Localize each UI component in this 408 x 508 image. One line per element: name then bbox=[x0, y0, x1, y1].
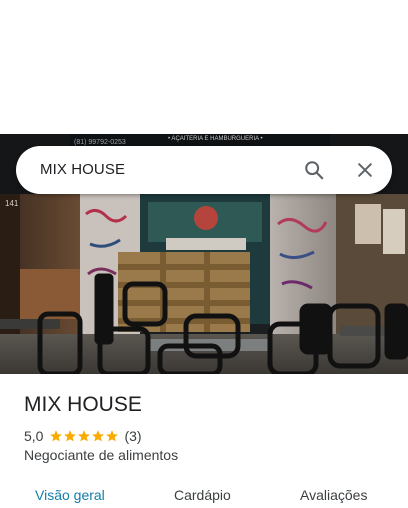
banner-sign-text: • AÇAITERIA E HAMBURGUERIA • bbox=[168, 136, 263, 142]
place-info-panel: MIX HOUSE 5,0 (3) Negociante de alimento… bbox=[0, 374, 408, 508]
search-input[interactable]: MIX HOUSE bbox=[40, 146, 125, 194]
tab-overview[interactable]: Visão geral bbox=[35, 487, 105, 503]
star-icon bbox=[50, 430, 63, 442]
review-count[interactable]: (3) bbox=[124, 428, 141, 444]
rating-value: 5,0 bbox=[24, 428, 44, 444]
search-icon[interactable] bbox=[298, 154, 330, 186]
close-icon[interactable] bbox=[349, 154, 381, 186]
rating-row[interactable]: 5,0 (3) bbox=[24, 427, 142, 445]
tab-menu[interactable]: Cardápio bbox=[174, 487, 231, 503]
star-icon bbox=[64, 430, 77, 442]
place-title: MIX HOUSE bbox=[24, 393, 142, 416]
star-icon bbox=[92, 430, 105, 442]
place-tabs: Visão geral Cardápio Avaliações bbox=[0, 482, 408, 508]
tab-reviews[interactable]: Avaliações bbox=[300, 487, 367, 503]
star-icon bbox=[106, 430, 119, 442]
number-sign-text: 141 bbox=[5, 199, 19, 208]
star-icon bbox=[78, 430, 91, 442]
phone-sign-text: (81) 99792-0253 bbox=[74, 139, 126, 146]
rating-stars bbox=[49, 429, 119, 443]
search-bar[interactable]: MIX HOUSE bbox=[16, 146, 392, 194]
place-category: Negociante de alimentos bbox=[24, 447, 179, 463]
place-page: (81) 99792-0253 • AÇAITERIA E HAMBURGUER… bbox=[0, 0, 408, 508]
map-blank-area bbox=[0, 0, 408, 134]
